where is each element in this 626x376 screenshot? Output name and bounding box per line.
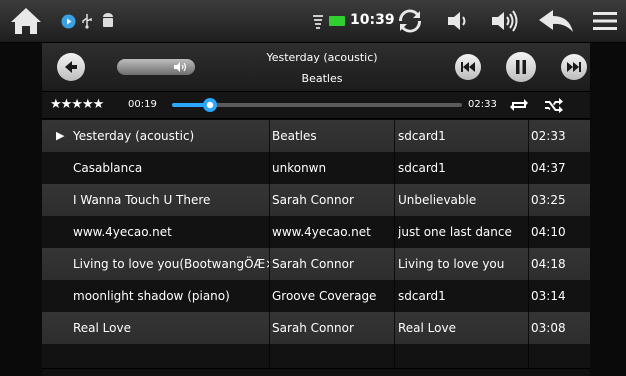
track-title: Casablanca xyxy=(73,161,143,175)
skip-next-icon xyxy=(567,62,581,72)
total-time: 02:33 xyxy=(468,99,497,110)
next-button[interactable] xyxy=(561,54,587,80)
progress-bar-row: ★★★★★ 00:19 02:33 xyxy=(42,92,590,119)
table-row[interactable]: www.4yecao.net www.4yecao.net just one l… xyxy=(42,216,590,249)
track-title: Living to love you(BootwangÖÆ×÷) xyxy=(73,257,269,271)
track-duration: 03:25 xyxy=(531,193,566,207)
track-artist: Beatles xyxy=(272,129,317,143)
track-duration: 04:18 xyxy=(531,257,566,271)
menu-icon[interactable] xyxy=(590,8,620,34)
usb-icon xyxy=(80,12,94,30)
volume-slider[interactable] xyxy=(117,59,195,75)
track-duration: 04:37 xyxy=(531,161,566,175)
table-row[interactable]: Casablanca unkonwn sdcard1 04:37 xyxy=(42,152,590,185)
track-artist: Sarah Connor xyxy=(272,321,354,335)
arrow-left-icon xyxy=(65,61,77,73)
player-header: Yesterday (acoustic) Beatles xyxy=(42,43,590,92)
track-duration: 04:10 xyxy=(531,225,566,239)
previous-button[interactable] xyxy=(455,54,481,80)
status-bar: 10:39 xyxy=(0,0,626,43)
track-duration: 03:14 xyxy=(531,289,566,303)
track-artist: Sarah Connor xyxy=(272,193,354,207)
track-artist: Groove Coverage xyxy=(272,289,377,303)
track-album: sdcard1 xyxy=(398,289,446,303)
android-debug-icon xyxy=(100,12,116,30)
track-title: Yesterday (acoustic) xyxy=(73,129,195,143)
pause-button[interactable] xyxy=(506,52,536,82)
media-play-notification-icon xyxy=(60,13,76,29)
table-row[interactable]: I Wanna Touch U There Sarah Connor Unbel… xyxy=(42,184,590,217)
table-row[interactable]: ▶ Yesterday (acoustic) Beatles sdcard1 0… xyxy=(42,120,590,153)
playing-indicator-icon: ▶ xyxy=(56,129,65,142)
skip-previous-icon xyxy=(461,62,475,72)
track-title: Real Love xyxy=(73,321,131,335)
volume-down-icon[interactable] xyxy=(444,7,472,35)
elapsed-time: 00:19 xyxy=(128,99,157,110)
track-album: Unbelievable xyxy=(398,193,477,207)
track-artist: www.4yecao.net xyxy=(272,225,371,239)
track-album: sdcard1 xyxy=(398,129,446,143)
track-album: Living to love you xyxy=(398,257,505,271)
table-row[interactable]: Real Love Sarah Connor Real Love 03:08 xyxy=(42,312,590,345)
back-button[interactable] xyxy=(57,53,85,81)
track-duration: 02:33 xyxy=(531,129,566,143)
track-title: I Wanna Touch U There xyxy=(73,193,211,207)
table-row[interactable]: Living to love you(BootwangÖÆ×÷) Sarah C… xyxy=(42,248,590,281)
track-duration: 03:08 xyxy=(531,321,566,335)
now-playing-artist: Beatles xyxy=(301,72,343,85)
home-icon[interactable] xyxy=(8,5,44,37)
playlist-table: ▶ Yesterday (acoustic) Beatles sdcard1 0… xyxy=(42,120,590,376)
battery-icon xyxy=(328,15,346,27)
now-playing-title: Yesterday (acoustic) xyxy=(266,51,378,64)
back-icon[interactable] xyxy=(536,7,576,35)
empty-row xyxy=(42,344,590,369)
pause-icon xyxy=(516,60,526,74)
volume-up-icon[interactable] xyxy=(488,7,522,35)
track-album: just one last dance xyxy=(398,225,512,239)
wifi-signal-icon xyxy=(312,12,324,30)
sync-icon[interactable] xyxy=(395,6,425,36)
shuffle-icon[interactable] xyxy=(543,95,565,115)
repeat-icon[interactable] xyxy=(508,95,530,115)
track-title: moonlight shadow (piano) xyxy=(73,289,230,303)
speaker-icon xyxy=(174,62,187,72)
track-artist: unkonwn xyxy=(272,161,327,175)
track-artist: Sarah Connor xyxy=(272,257,354,271)
table-row[interactable]: moonlight shadow (piano) Groove Coverage… xyxy=(42,280,590,313)
track-album: sdcard1 xyxy=(398,161,446,175)
seek-thumb[interactable] xyxy=(202,98,217,112)
track-album: Real Love xyxy=(398,321,456,335)
clock: 10:39 xyxy=(350,12,395,28)
rating-stars[interactable]: ★★★★★ xyxy=(50,97,104,112)
track-title: www.4yecao.net xyxy=(73,225,172,239)
